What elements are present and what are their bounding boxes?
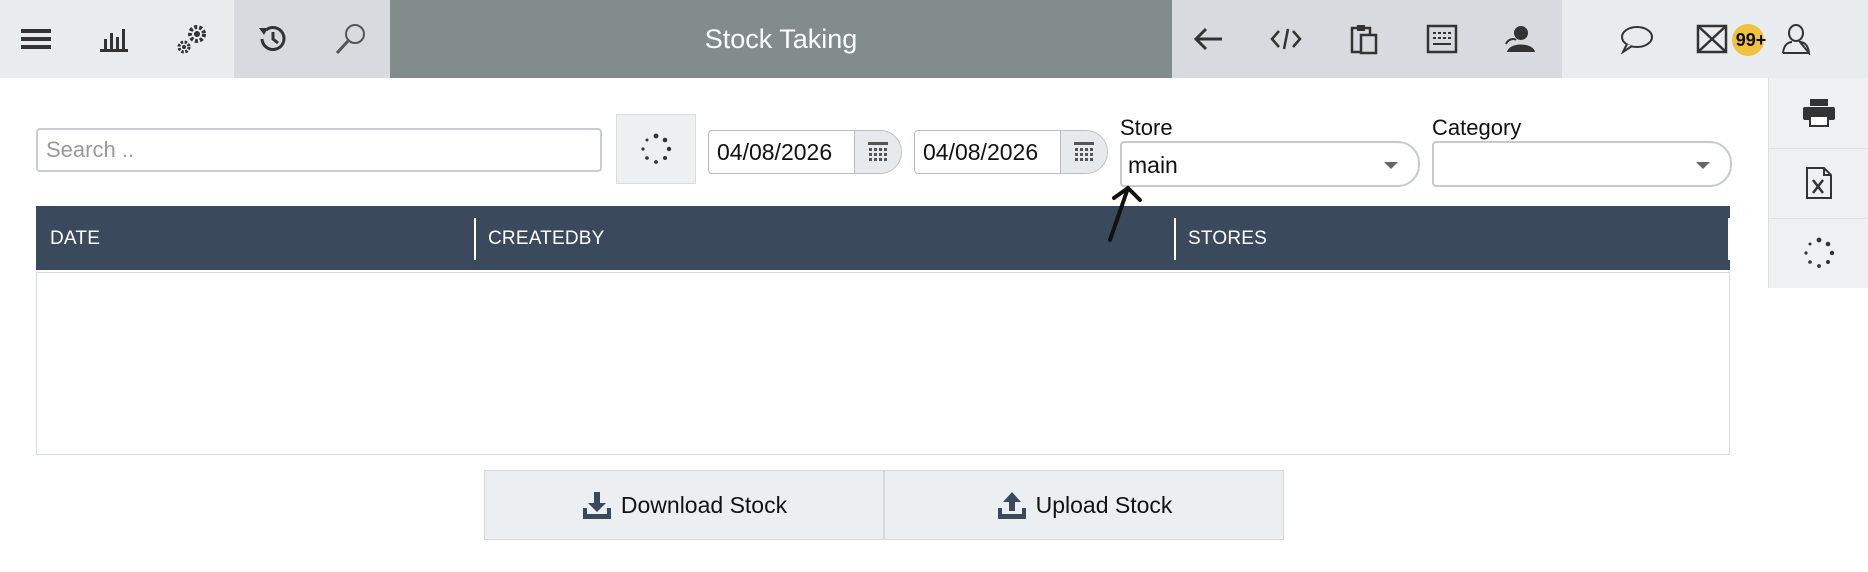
side-refresh-button[interactable] (1769, 218, 1868, 288)
store-label: Store (1120, 115, 1173, 140)
search-icon (335, 24, 365, 55)
date-from-field[interactable]: 04/08/2026 (708, 130, 902, 174)
back-arrow-icon (1193, 27, 1222, 51)
chevron-down-icon (1384, 162, 1398, 169)
code-icon (1270, 28, 1302, 50)
keyboard-icon (1426, 24, 1458, 54)
print-button[interactable] (1769, 78, 1868, 149)
back-button[interactable] (1172, 0, 1244, 78)
upload-icon (997, 492, 1026, 519)
page-title-bar: Stock Taking (390, 0, 1172, 78)
date-from-value: 04/08/2026 (717, 139, 833, 165)
settings-button[interactable] (156, 0, 228, 78)
category-label: Category (1432, 115, 1522, 140)
date-to-picker-button[interactable] (1060, 131, 1107, 173)
gears-icon (177, 25, 206, 54)
store-select[interactable]: main (1120, 141, 1420, 187)
history-icon (259, 26, 286, 51)
profile-icon (1782, 24, 1811, 55)
chat-button[interactable] (1596, 0, 1676, 78)
column-header-date[interactable]: DATE (50, 228, 100, 250)
column-header-stores[interactable]: STORES (1188, 228, 1267, 250)
clipboard-icon (1350, 25, 1378, 55)
users-button[interactable] (1484, 0, 1556, 78)
history-button[interactable] (234, 0, 312, 78)
excel-icon (1806, 167, 1832, 199)
bar-chart-icon (100, 29, 128, 52)
date-to-field[interactable]: 04/08/2026 (914, 130, 1108, 174)
user-icon (1505, 26, 1535, 52)
date-from-picker-button[interactable] (854, 131, 901, 173)
download-stock-label: Download Stock (620, 491, 788, 518)
keyboard-button[interactable] (1406, 0, 1478, 78)
calendar-icon (1074, 142, 1094, 161)
download-icon (582, 492, 611, 519)
spinner-icon (1804, 237, 1835, 268)
clipboard-button[interactable] (1328, 0, 1400, 78)
upload-stock-button[interactable]: Upload Stock (884, 470, 1284, 540)
code-button[interactable] (1250, 0, 1322, 78)
cursor-arrow-icon (1108, 186, 1142, 242)
notification-count: 99+ (1735, 29, 1767, 50)
calendar-icon (868, 142, 888, 161)
page-title: Stock Taking (704, 23, 858, 54)
column-divider[interactable] (474, 218, 476, 260)
column-header-createdby[interactable]: CREATEDBY (488, 228, 605, 250)
upload-stock-label: Upload Stock (1035, 491, 1173, 518)
date-to-value: 04/08/2026 (923, 139, 1039, 165)
table-body (36, 272, 1730, 455)
notification-badge[interactable]: 99+ (1732, 24, 1767, 56)
reports-button[interactable] (78, 0, 150, 78)
table-header: DATE CREATEDBY STORES (36, 206, 1730, 270)
spinner-icon (641, 133, 672, 164)
export-excel-button[interactable] (1769, 148, 1868, 219)
category-select[interactable] (1432, 141, 1732, 187)
profile-button[interactable] (1774, 0, 1818, 78)
chat-icon (1620, 26, 1653, 54)
find-button[interactable] (312, 0, 390, 78)
download-stock-button[interactable]: Download Stock (484, 470, 884, 540)
menu-button[interactable] (0, 0, 72, 78)
refresh-button[interactable] (616, 114, 696, 184)
search-input[interactable] (36, 128, 602, 172)
column-divider[interactable] (1728, 218, 1730, 260)
store-select-value: main (1128, 152, 1178, 178)
chevron-down-icon (1696, 162, 1710, 169)
mail-button[interactable] (1690, 0, 1734, 78)
mail-icon (1696, 24, 1728, 54)
menu-icon (21, 29, 51, 49)
top-toolbar: Stock Taking 99+ (0, 0, 1868, 78)
print-icon (1803, 99, 1835, 127)
column-divider[interactable] (1174, 218, 1176, 260)
side-action-panel (1768, 78, 1868, 288)
